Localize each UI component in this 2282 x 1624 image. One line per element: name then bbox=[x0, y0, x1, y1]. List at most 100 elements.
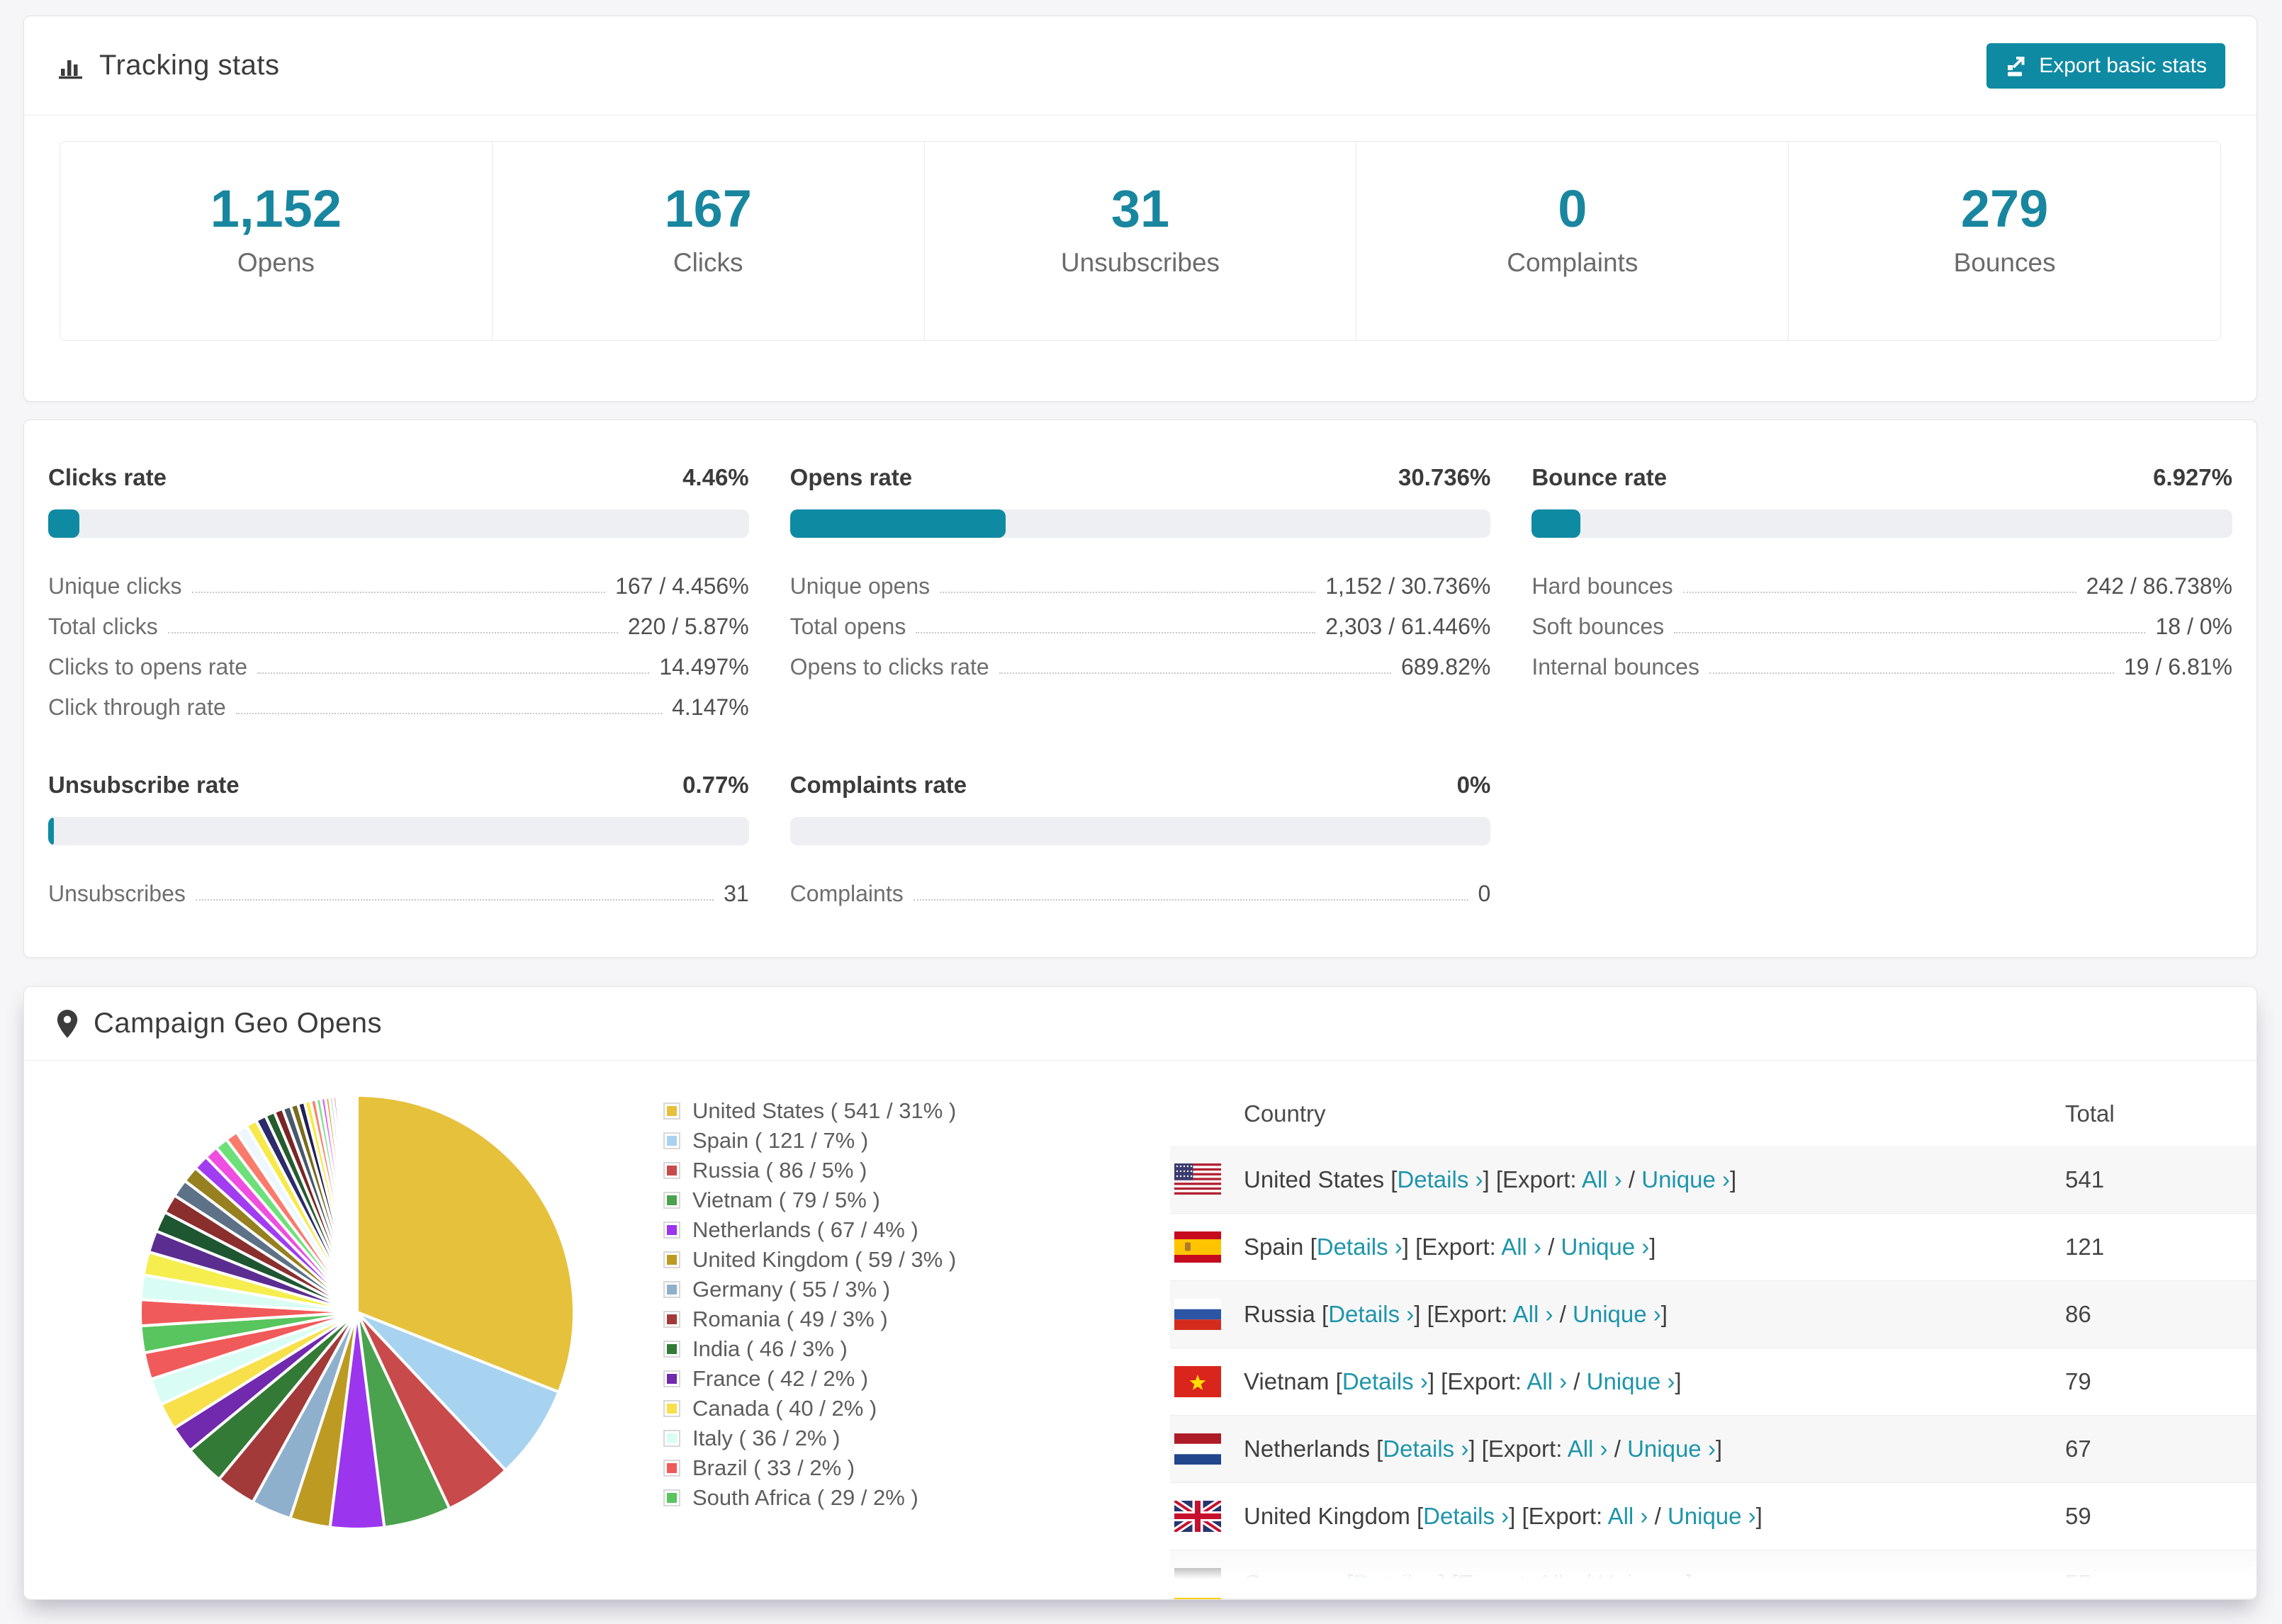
progress-bar-fill bbox=[1531, 509, 1580, 538]
stat-box-unsubscribes: 31 Unsubscribes bbox=[923, 142, 1356, 340]
bar-chart-icon bbox=[55, 51, 85, 81]
rate-rows: Complaints 0 bbox=[790, 871, 1491, 911]
slash-separator: / bbox=[1607, 1436, 1628, 1462]
table-row-us: United States [Details ›] [Export: All ›… bbox=[1170, 1146, 2256, 1213]
rate-block-bounce-rate: Bounce rate 6.927% Hard bounces 242 / 86.73… bbox=[1531, 464, 2232, 725]
export-all-link[interactable]: All › bbox=[1568, 1436, 1608, 1462]
legend-color-chip bbox=[663, 1251, 680, 1268]
details-link[interactable]: Details › bbox=[1383, 1436, 1468, 1462]
export-all-link[interactable]: All › bbox=[1513, 1301, 1553, 1327]
export-unique-link[interactable]: Unique › bbox=[1641, 1166, 1730, 1192]
legend-label: Vietnam ( 79 / 5% ) bbox=[692, 1188, 880, 1212]
export-text: ] [Export: bbox=[1414, 1301, 1513, 1327]
total-cell: 55 bbox=[2065, 1570, 2091, 1596]
map-pin-icon bbox=[55, 1008, 79, 1039]
dotted-leader bbox=[916, 632, 1316, 633]
export-all-link[interactable]: All › bbox=[1608, 1503, 1648, 1529]
rate-row-value: 689.82% bbox=[1401, 654, 1491, 680]
dotted-leader bbox=[999, 672, 1391, 674]
export-text: ] [Export: bbox=[1439, 1570, 1538, 1596]
rate-rows: Unique opens 1,152 / 30.736% Total opens 2,… bbox=[790, 563, 1491, 684]
stat-label: Complaints bbox=[1507, 248, 1639, 277]
legend-color-chip bbox=[663, 1132, 680, 1149]
total-column-header: Total bbox=[2065, 1100, 2115, 1127]
rate-block-clicks-rate: Clicks rate 4.46% Unique clicks 167 / 4.456… bbox=[48, 464, 749, 725]
stat-value: 0 bbox=[1558, 179, 1587, 238]
country-name: United Kingdom [ bbox=[1244, 1503, 1424, 1529]
export-all-link[interactable]: All › bbox=[1582, 1166, 1622, 1192]
rate-title: Complaints rate bbox=[789, 772, 967, 798]
export-unique-link[interactable]: Unique › bbox=[1668, 1503, 1756, 1529]
legend-label: Germany ( 55 / 3% ) bbox=[692, 1277, 891, 1302]
rate-value: 4.46% bbox=[682, 464, 749, 490]
legend-label: India ( 46 / 3% ) bbox=[692, 1336, 848, 1361]
geo-table-header: Country Total bbox=[1170, 1082, 2256, 1146]
dotted-leader bbox=[1674, 632, 2146, 633]
legend-label: United States ( 541 / 31% ) bbox=[692, 1098, 957, 1123]
export-unique-link[interactable]: Unique › bbox=[1587, 1368, 1675, 1394]
rate-row-value: 14.497% bbox=[659, 654, 749, 680]
export-all-link[interactable]: All › bbox=[1537, 1570, 1578, 1596]
dotted-leader bbox=[913, 899, 1468, 901]
country-cell: United Kingdom [Details ›] [Export: All … bbox=[1244, 1503, 1763, 1530]
stat-box-bounces: 279 Bounces bbox=[1788, 142, 2220, 340]
legend-item: Spain ( 121 / 7% ) bbox=[663, 1126, 956, 1156]
legend-color-chip bbox=[663, 1370, 680, 1387]
rate-stat-row: Hard bounces 242 / 86.738% bbox=[1531, 563, 2232, 604]
legend-label: Russia ( 86 / 5% ) bbox=[692, 1158, 867, 1183]
legend-color-chip bbox=[663, 1281, 680, 1298]
geo-pie-chart bbox=[137, 1093, 577, 1532]
legend-item: United Kingdom ( 59 / 3% ) bbox=[663, 1245, 956, 1275]
geo-table: Country Total United States [Details ›] … bbox=[1170, 1082, 2256, 1599]
rate-value: 6.927% bbox=[2153, 464, 2232, 490]
details-link[interactable]: Details › bbox=[1423, 1503, 1509, 1529]
export-unique-link[interactable]: Unique › bbox=[1561, 1234, 1650, 1260]
closing-bracket: ] bbox=[1675, 1368, 1682, 1394]
total-cell: 541 bbox=[2065, 1166, 2105, 1192]
details-link[interactable]: Details › bbox=[1317, 1234, 1403, 1260]
details-link[interactable]: Details › bbox=[1397, 1166, 1483, 1192]
legend-item: Germany ( 55 / 3% ) bbox=[663, 1275, 956, 1304]
total-cell: 67 bbox=[2065, 1436, 2091, 1462]
slash-separator: / bbox=[1578, 1570, 1597, 1596]
export-all-link[interactable]: All › bbox=[1527, 1368, 1567, 1394]
closing-bracket: ] bbox=[1715, 1436, 1722, 1462]
table-row-nl: Netherlands [Details ›] [Export: All › /… bbox=[1170, 1415, 2256, 1482]
total-cell: 59 bbox=[2065, 1503, 2091, 1529]
legend-item: Vietnam ( 79 / 5% ) bbox=[663, 1185, 956, 1215]
export-all-link[interactable]: All › bbox=[1501, 1234, 1541, 1260]
stat-box-opens: 1,152 Opens bbox=[60, 142, 492, 340]
rate-stat-row: Soft bounces 18 / 0% bbox=[1531, 604, 2232, 644]
tracking-stats-card: Tracking stats Export basic stats 1,152 O… bbox=[23, 16, 2257, 402]
export-basic-stats-button[interactable]: Export basic stats bbox=[1986, 43, 2225, 89]
geo-header: Campaign Geo Opens bbox=[24, 987, 2256, 1061]
dotted-leader bbox=[191, 592, 606, 593]
details-link[interactable]: Details › bbox=[1328, 1301, 1414, 1327]
country-column-header: Country bbox=[1244, 1100, 1326, 1127]
rate-row-value: 4.147% bbox=[672, 694, 749, 720]
legend-item: South Africa ( 29 / 2% ) bbox=[663, 1483, 956, 1513]
rates-grid: Clicks rate 4.46% Unique clicks 167 / 4.456… bbox=[48, 464, 2232, 911]
closing-bracket: ] bbox=[1755, 1503, 1763, 1529]
export-unique-link[interactable]: Unique › bbox=[1627, 1436, 1716, 1462]
rate-value: 30.736% bbox=[1398, 464, 1491, 490]
export-text: ] [Export: bbox=[1483, 1166, 1582, 1192]
country-name: Russia [ bbox=[1244, 1301, 1329, 1327]
details-link[interactable]: Details › bbox=[1353, 1570, 1439, 1596]
rate-row-label: Unique clicks bbox=[48, 573, 182, 599]
tracking-stats-title: Tracking stats bbox=[55, 50, 279, 81]
rate-row-value: 1,152 / 30.736% bbox=[1325, 573, 1491, 599]
flag-icon-de bbox=[1174, 1568, 1221, 1599]
table-row-es: Spain [Details ›] [Export: All › / Uniqu… bbox=[1170, 1213, 2256, 1280]
geo-legend: United States ( 541 / 31% ) Spain ( 121 /… bbox=[663, 1096, 956, 1513]
geo-content: United States ( 541 / 31% ) Spain ( 121 /… bbox=[24, 1061, 2256, 1599]
legend-color-chip bbox=[663, 1400, 680, 1417]
export-text: ] [Export: bbox=[1402, 1234, 1502, 1260]
rate-title: Opens rate bbox=[789, 464, 913, 490]
export-unique-link[interactable]: Unique › bbox=[1597, 1570, 1686, 1596]
details-link[interactable]: Details › bbox=[1342, 1368, 1428, 1394]
rate-row-value: 18 / 0% bbox=[2155, 614, 2232, 639]
rate-stat-row: Unique clicks 167 / 4.456% bbox=[48, 563, 749, 604]
rate-block-complaints-rate: Complaints rate 0% Complaints 0 bbox=[789, 772, 1491, 911]
export-unique-link[interactable]: Unique › bbox=[1573, 1301, 1661, 1327]
